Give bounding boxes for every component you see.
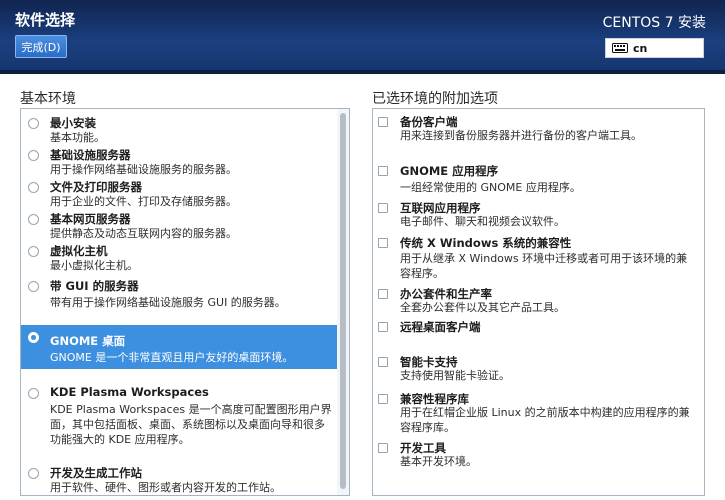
addon-item-title: 传统 X Windows 系统的兼容性 bbox=[400, 236, 572, 250]
radio-button[interactable] bbox=[28, 214, 39, 225]
env-item-title: GNOME 桌面 bbox=[50, 334, 126, 348]
env-item-gnome-desktop[interactable]: GNOME 桌面 GNOME 是一个非常直观且用户友好的桌面环境。 bbox=[21, 325, 337, 369]
radio-button-selected[interactable] bbox=[28, 332, 39, 343]
done-button[interactable]: 完成(D) bbox=[15, 35, 67, 58]
env-item-title: 开发及生成工作站 bbox=[50, 466, 142, 480]
env-item-minimal[interactable]: 最小安装 基本功能。 bbox=[21, 113, 337, 144]
checkbox[interactable] bbox=[378, 289, 388, 299]
addon-item-desc: 支持使用智能卡验证。 bbox=[400, 369, 510, 382]
addon-item-desc: 基本开发环境。 bbox=[400, 455, 477, 468]
base-environment-list: 最小安装 基本功能。 基础设施服务器 用于操作网络基础设施服务的服务器。 文件及… bbox=[20, 108, 350, 496]
radio-button[interactable] bbox=[28, 388, 39, 399]
env-item-infrastructure-server[interactable]: 基础设施服务器 用于操作网络基础设施服务的服务器。 bbox=[21, 145, 337, 176]
addon-item-title: GNOME 应用程序 bbox=[400, 164, 499, 178]
env-item-file-print-server[interactable]: 文件及打印服务器 用于企业的文件、打印及存储服务器。 bbox=[21, 177, 337, 208]
addon-item-remote-desktop-clients[interactable]: 远程桌面客户端 bbox=[373, 317, 704, 339]
addon-item-backup-client[interactable]: 备份客户端 用来连接到备份服务器并进行备份的客户端工具。 bbox=[373, 112, 704, 144]
env-item-title: KDE Plasma Workspaces bbox=[50, 385, 209, 399]
checkbox[interactable] bbox=[378, 238, 388, 248]
scrollbar-thumb[interactable] bbox=[340, 113, 346, 489]
checkbox[interactable] bbox=[378, 443, 388, 453]
base-environment-heading: 基本环境 bbox=[20, 91, 76, 107]
env-item-title: 基本网页服务器 bbox=[50, 212, 131, 226]
env-item-desc: 用于企业的文件、打印及存储服务器。 bbox=[50, 195, 237, 208]
radio-button[interactable] bbox=[28, 246, 39, 257]
env-item-title: 基础设施服务器 bbox=[50, 148, 131, 162]
env-item-title: 虚拟化主机 bbox=[50, 244, 108, 258]
env-item-kde-plasma[interactable]: KDE Plasma Workspaces KDE Plasma Workspa… bbox=[21, 383, 337, 455]
env-item-desc: KDE Plasma Workspaces 是一个高度可配置图形用户界面，其中包… bbox=[50, 403, 332, 446]
keyboard-icon bbox=[612, 43, 628, 53]
env-item-title: 最小安装 bbox=[50, 116, 96, 130]
addon-item-desc: 全套办公套件以及其它产品工具。 bbox=[400, 301, 565, 314]
addon-item-compat-libraries[interactable]: 兼容性程序库 用于在红帽企业版 Linux 的之前版本中构建的应用程序的兼容程序… bbox=[373, 389, 704, 435]
checkbox[interactable] bbox=[378, 322, 388, 332]
addon-item-desc: 电子邮件、聊天和视频会议软件。 bbox=[400, 215, 565, 228]
env-item-title: 带 GUI 的服务器 bbox=[50, 279, 139, 293]
addon-item-office-suite[interactable]: 办公套件和生产率 全套办公套件以及其它产品工具。 bbox=[373, 284, 704, 314]
checkbox[interactable] bbox=[378, 117, 388, 127]
env-item-desc: 基本功能。 bbox=[50, 131, 105, 144]
addon-item-desc: 用于从继承 X Windows 环境中迁移或者可用于该环境的兼容程序。 bbox=[400, 252, 688, 280]
addon-item-internet-apps[interactable]: 互联网应用程序 电子邮件、聊天和视频会议软件。 bbox=[373, 198, 704, 228]
env-item-server-with-gui[interactable]: 带 GUI 的服务器 带有用于操作网络基础设施服务 GUI 的服务器。 bbox=[21, 276, 337, 309]
addon-item-dev-tools[interactable]: 开发工具 基本开发环境。 bbox=[373, 438, 704, 468]
keyboard-layout-label: cn bbox=[633, 41, 648, 55]
header-divider bbox=[0, 70, 725, 74]
product-title: CENTOS 7 安装 bbox=[602, 15, 706, 31]
env-item-desc: 用于软件、硬件、图形或者内容开发的工作站。 bbox=[50, 481, 281, 494]
addons-heading: 已选环境的附加选项 bbox=[372, 91, 498, 107]
radio-button[interactable] bbox=[28, 468, 39, 479]
env-item-basic-web-server[interactable]: 基本网页服务器 提供静态及动态互联网内容的服务器。 bbox=[21, 209, 337, 240]
addon-item-desc: 一组经常使用的 GNOME 应用程序。 bbox=[400, 181, 581, 194]
page-title: 软件选择 bbox=[15, 11, 76, 29]
addon-item-smart-card[interactable]: 智能卡支持 支持使用智能卡验证。 bbox=[373, 352, 704, 382]
addon-item-desc: 用来连接到备份服务器并进行备份的客户端工具。 bbox=[400, 129, 642, 142]
radio-button[interactable] bbox=[28, 182, 39, 193]
env-item-virtualization-host[interactable]: 虚拟化主机 最小虚拟化主机。 bbox=[21, 241, 337, 272]
env-item-desc: 带有用于操作网络基础设施服务 GUI 的服务器。 bbox=[50, 296, 286, 309]
addon-item-legacy-x-windows[interactable]: 传统 X Windows 系统的兼容性 用于从继承 X Windows 环境中迁… bbox=[373, 233, 704, 281]
checkbox[interactable] bbox=[378, 166, 388, 176]
env-item-desc: GNOME 是一个非常直观且用户友好的桌面环境。 bbox=[50, 351, 294, 364]
env-item-desc: 提供静态及动态互联网内容的服务器。 bbox=[50, 227, 237, 240]
env-item-title: 文件及打印服务器 bbox=[50, 180, 142, 194]
checkbox[interactable] bbox=[378, 394, 388, 404]
checkbox[interactable] bbox=[378, 203, 388, 213]
radio-button[interactable] bbox=[28, 150, 39, 161]
radio-button[interactable] bbox=[28, 281, 39, 292]
env-item-dev-workstation[interactable]: 开发及生成工作站 用于软件、硬件、图形或者内容开发的工作站。 bbox=[21, 463, 337, 495]
env-item-desc: 用于操作网络基础设施服务的服务器。 bbox=[50, 163, 237, 176]
addon-item-title: 远程桌面客户端 bbox=[400, 320, 481, 334]
top-bar: 软件选择 完成(D) CENTOS 7 安装 cn bbox=[0, 0, 725, 70]
addon-item-gnome-apps[interactable]: GNOME 应用程序 一组经常使用的 GNOME 应用程序。 bbox=[373, 161, 704, 194]
checkbox[interactable] bbox=[378, 357, 388, 367]
keyboard-layout-indicator[interactable]: cn bbox=[605, 38, 704, 58]
addons-list: 备份客户端 用来连接到备份服务器并进行备份的客户端工具。 GNOME 应用程序 … bbox=[372, 108, 705, 496]
addon-item-desc: 用于在红帽企业版 Linux 的之前版本中构建的应用程序的兼容程序库。 bbox=[400, 406, 690, 434]
radio-button[interactable] bbox=[28, 118, 39, 129]
env-item-desc: 最小虚拟化主机。 bbox=[50, 259, 138, 272]
